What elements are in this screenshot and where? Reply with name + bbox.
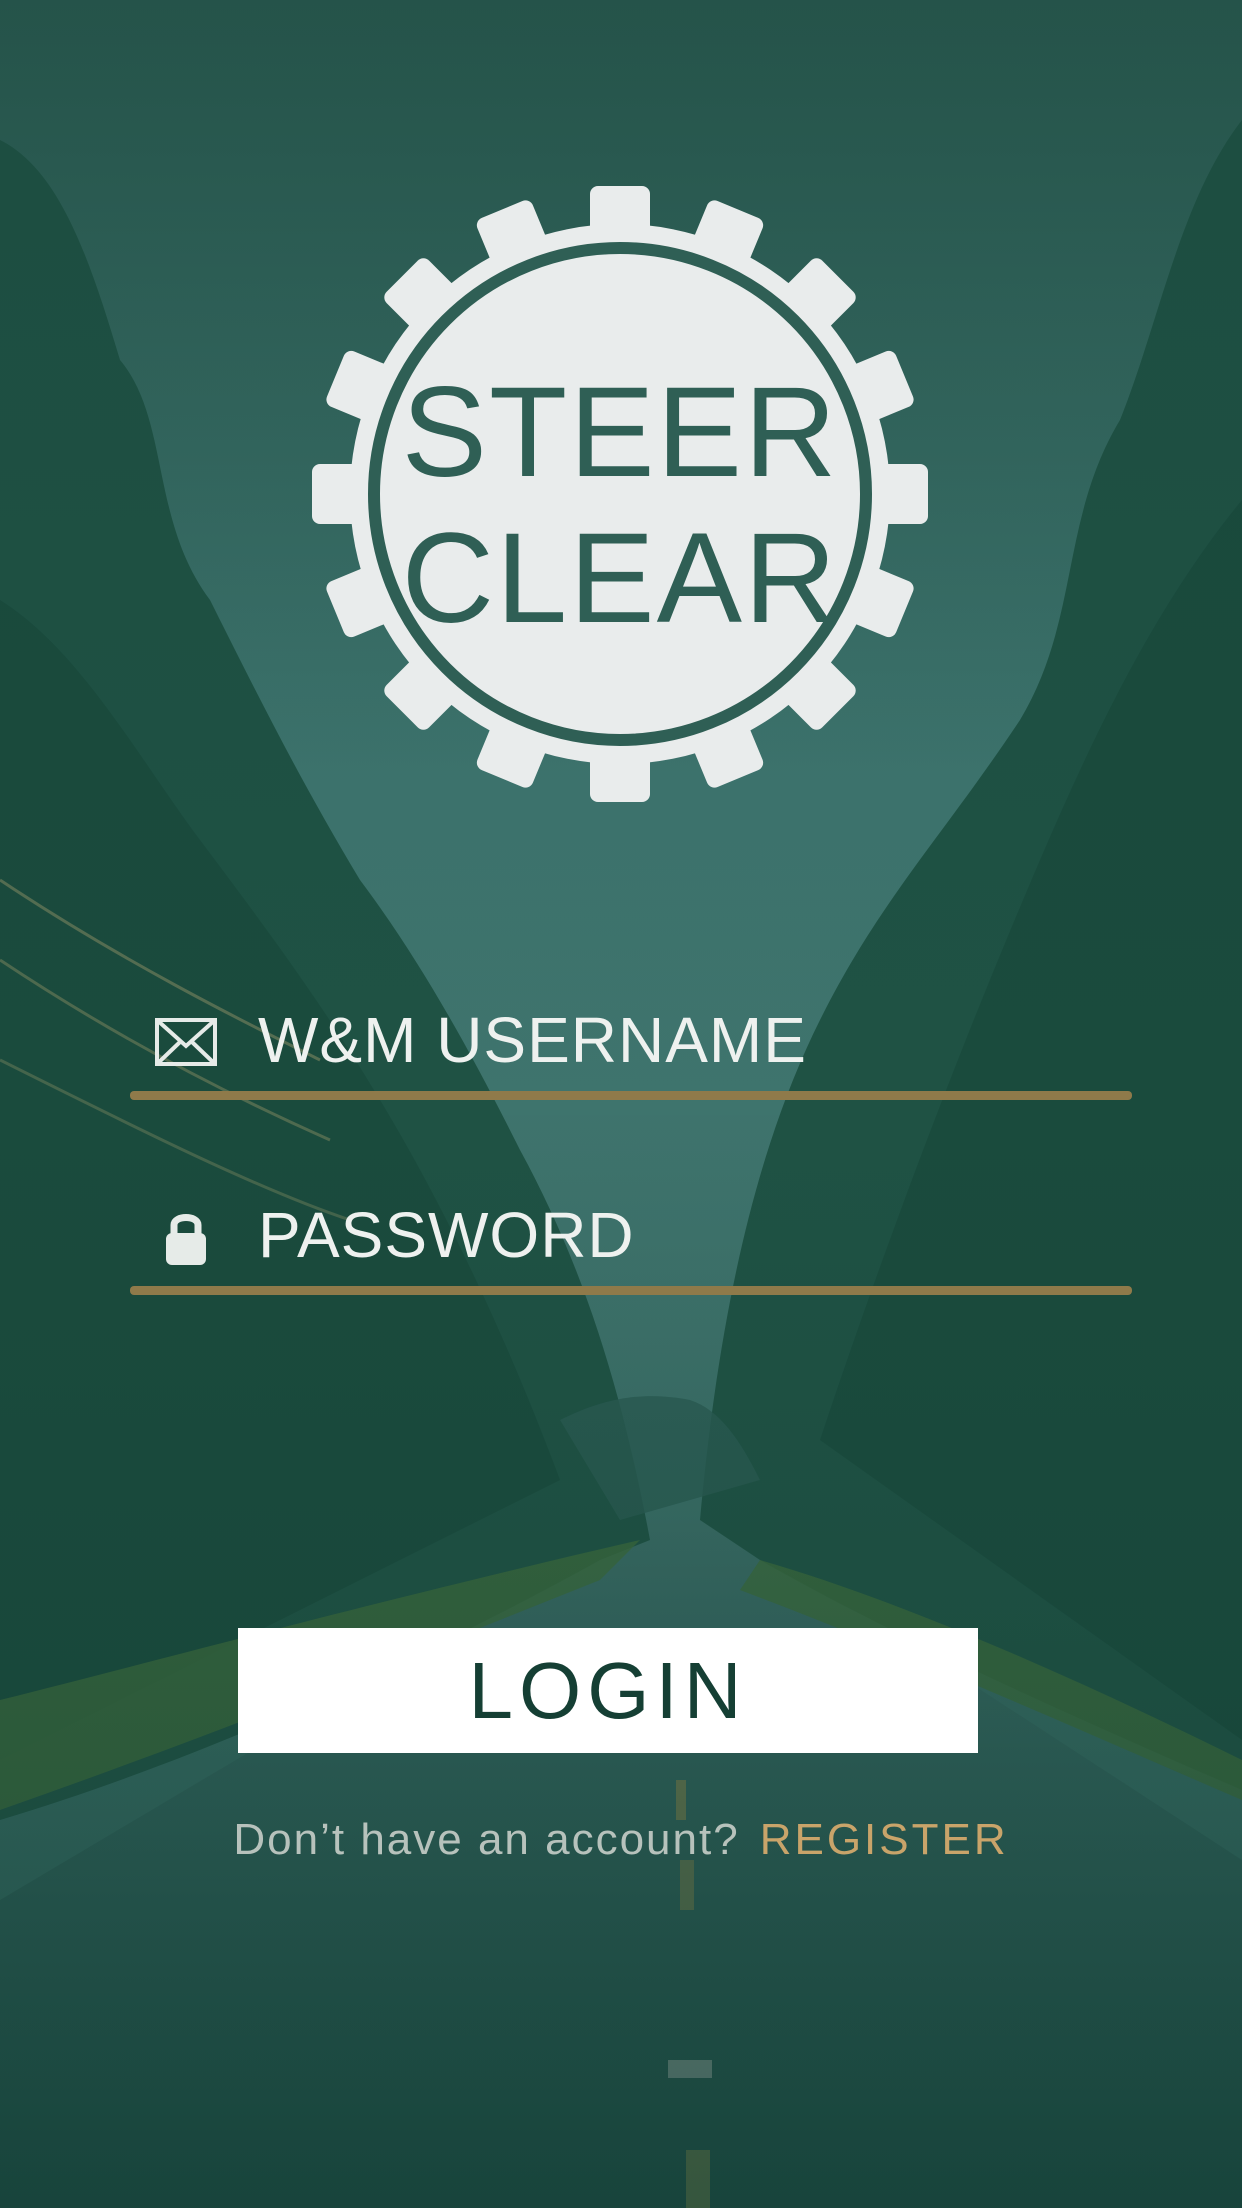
mail-icon — [154, 1012, 218, 1072]
register-row: Don’t have an account? REGISTER — [0, 1808, 1242, 1872]
username-underline — [130, 1091, 1132, 1100]
password-input[interactable]: PASSWORD — [258, 1193, 635, 1277]
logo-line-2: CLEAR — [402, 507, 839, 650]
register-prompt: Don’t have an account? — [233, 1815, 740, 1864]
password-underline — [130, 1286, 1132, 1295]
username-input[interactable]: W&M USERNAME — [258, 998, 807, 1082]
lock-icon — [154, 1207, 218, 1267]
login-button[interactable]: LOGIN — [238, 1628, 978, 1753]
username-field[interactable]: W&M USERNAME — [130, 990, 1132, 1100]
password-field[interactable]: PASSWORD — [130, 1185, 1132, 1295]
logo-line-1: STEER — [402, 361, 839, 504]
steer-clear-logo: STEER CLEAR — [312, 186, 928, 802]
register-link[interactable]: REGISTER — [760, 1815, 1009, 1864]
